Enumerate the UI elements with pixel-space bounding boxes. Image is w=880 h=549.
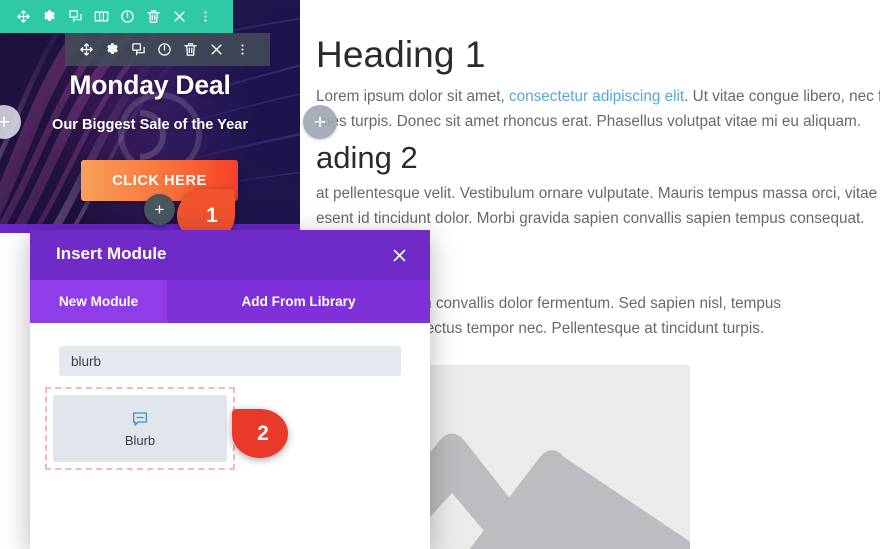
module-results-highlight: Blurb	[45, 387, 235, 470]
annotation-badge-2: 2	[232, 409, 288, 458]
page-heading-2: ading 2	[316, 140, 418, 175]
page-paragraph-1: Lorem ipsum dolor sit amet, consectetur …	[316, 84, 880, 134]
tab-new-module[interactable]: New Module	[30, 280, 167, 323]
paragraph-1-text-before-link: Lorem ipsum dolor sit amet,	[316, 88, 509, 105]
move-icon[interactable]	[10, 4, 36, 30]
duplicate-icon[interactable]	[125, 37, 151, 63]
gear-icon[interactable]	[99, 37, 125, 63]
add-row-right-button[interactable]: +	[303, 105, 337, 139]
modal-body: Blurb	[30, 323, 430, 549]
duplicate-icon[interactable]	[62, 4, 88, 30]
row-settings-toolbar[interactable]	[0, 0, 233, 33]
hero-title: Monday Deal	[69, 70, 231, 100]
paragraph-1-text-after-link: . Ut vitae congue libero, nec fini	[684, 88, 880, 105]
annotation-badge-2-label: 2	[257, 421, 269, 445]
add-module-button[interactable]: +	[144, 194, 175, 225]
module-card-label: Blurb	[124, 432, 156, 448]
close-icon[interactable]	[203, 37, 229, 63]
annotation-badge-1-label: 1	[206, 203, 218, 227]
modal-tabs: New Module Add From Library	[30, 280, 430, 323]
screenshot-stage: Heading 1 Lorem ipsum dolor sit amet, co…	[0, 0, 880, 549]
columns-icon[interactable]	[88, 4, 114, 30]
close-icon[interactable]	[388, 244, 410, 266]
page-paragraph-2: at pellentesque velit. Vestibulum ornare…	[316, 181, 880, 231]
power-icon[interactable]	[114, 4, 140, 30]
gear-icon[interactable]	[36, 4, 62, 30]
power-icon[interactable]	[151, 37, 177, 63]
paragraph-2-line-2: esent id tincidunt dolor. Morbi gravida …	[316, 210, 865, 227]
ellipsis-vertical-icon[interactable]	[192, 4, 218, 30]
ellipsis-vertical-icon[interactable]	[229, 37, 255, 63]
search-input[interactable]	[59, 346, 401, 376]
blurb-speech-bubble-icon	[132, 411, 148, 426]
hero-subtitle: Our Biggest Sale of the Year	[52, 117, 248, 133]
trash-icon[interactable]	[140, 4, 166, 30]
modal-header: Insert Module	[30, 230, 430, 280]
tab-add-from-library[interactable]: Add From Library	[167, 280, 430, 323]
paragraph-1-line-2: icies turpis. Donec sit amet rhoncus era…	[316, 113, 861, 130]
modal-title: Insert Module	[56, 244, 167, 263]
module-settings-toolbar[interactable]	[65, 33, 270, 66]
trash-icon[interactable]	[177, 37, 203, 63]
move-icon[interactable]	[73, 37, 99, 63]
close-icon[interactable]	[166, 4, 192, 30]
search-field-wrapper	[59, 346, 401, 376]
module-card-blurb[interactable]: Blurb	[53, 395, 227, 462]
page-heading-1: Heading 1	[316, 34, 486, 75]
inline-link-consectetur[interactable]: consectetur adipiscing elit	[509, 88, 684, 105]
paragraph-2-line-1: at pellentesque velit. Vestibulum ornare…	[316, 185, 880, 202]
insert-module-modal: Insert Module New Module Add From Librar…	[30, 230, 430, 549]
